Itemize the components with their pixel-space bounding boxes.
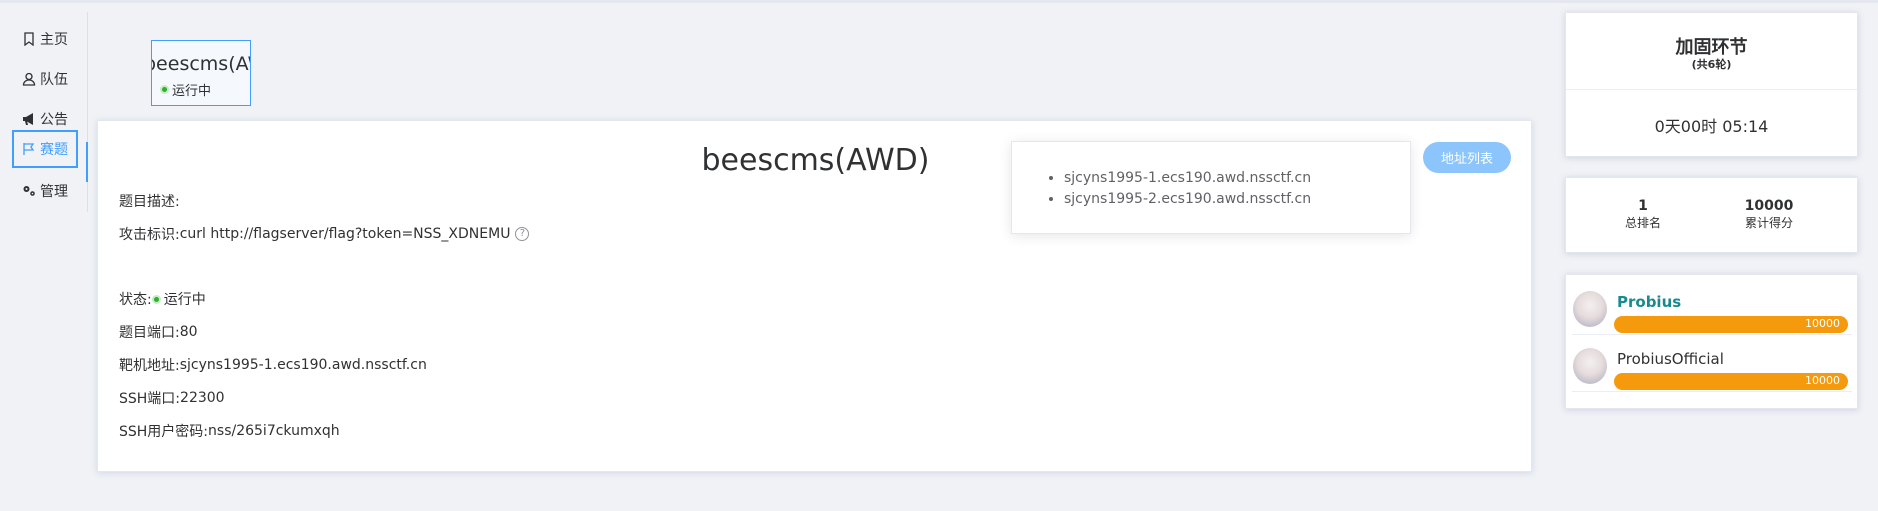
challenge-card[interactable]: beescms(AWD) 运行中 (151, 40, 251, 106)
gears-icon (23, 186, 35, 196)
ssh-port-label: SSH端口: (119, 391, 181, 407)
bookmark-icon (24, 32, 34, 46)
description-row: 题目描述: (119, 191, 180, 211)
leaderboard-card: Probius 10000 ProbiusOfficial 10000 (1565, 274, 1858, 409)
divider (1566, 89, 1857, 90)
rank-value: 1 (1638, 198, 1648, 214)
score-bar-value: 10000 (1805, 374, 1840, 387)
address-list-popover: sjcyns1995-1.ecs190.awd.nssctf.cn sjcyns… (1011, 141, 1411, 234)
avatar (1573, 291, 1607, 327)
phase-countdown: 0天00时 05:14 (1654, 117, 1769, 136)
ssh-password-label: SSH用户密码: (119, 424, 209, 440)
phase-rounds: (共6轮) (1691, 58, 1732, 71)
score-bar-value: 10000 (1805, 317, 1840, 330)
port-row: 题目端口: 80 (119, 322, 198, 342)
score-value: 10000 (1744, 198, 1794, 214)
challenge-card-status: 运行中 (160, 80, 211, 99)
address-list-button[interactable]: 地址列表 (1423, 142, 1511, 173)
sidebar-item-label: 管理 (40, 184, 68, 200)
rank-label: 总排名 (1624, 216, 1661, 230)
sidebar-item-team[interactable]: 队伍 (12, 60, 78, 98)
leaderboard-row[interactable]: ProbiusOfficial 10000 (1572, 338, 1852, 392)
challenge-card-status-text: 运行中 (172, 84, 212, 99)
team-name: ProbiusOfficial (1617, 350, 1724, 368)
description-label: 题目描述: (119, 194, 180, 210)
port-value: 80 (179, 324, 198, 340)
port-label: 题目端口: (119, 325, 180, 341)
status-value: 运行中 (163, 292, 206, 308)
score-label: 累计得分 (1744, 216, 1793, 230)
sidebar-item-admin[interactable]: 管理 (12, 172, 78, 210)
sidebar-item-challenges[interactable]: 赛题 (12, 130, 78, 168)
challenge-card-name: beescms(AWD) (151, 53, 250, 75)
sidebar-item-label: 主页 (40, 32, 68, 48)
attack-value: curl http://flagserver/flag?token=NSS_XD… (179, 226, 511, 242)
address-list: sjcyns1995-1.ecs190.awd.nssctf.cn sjcyns… (1064, 168, 1311, 210)
sidebar-nav: 主页 队伍 公告 赛题 管理 (0, 12, 88, 212)
running-dot-icon (160, 85, 169, 94)
ssh-password-value: nss/265i7ckumxqh (208, 423, 340, 439)
sidebar-item-home[interactable]: 主页 (12, 20, 78, 58)
running-dot-icon (151, 294, 161, 304)
phase-card: 加固环节 (共6轮) 0天00时 05:14 (1565, 12, 1858, 157)
ssh-password-row: SSH用户密码: nss/265i7ckumxqh (119, 421, 340, 441)
score-bar: 10000 (1614, 316, 1848, 333)
address-item: sjcyns1995-1.ecs190.awd.nssctf.cn (1064, 168, 1311, 189)
megaphone-icon (23, 113, 33, 125)
score-bar: 10000 (1614, 373, 1848, 390)
team-name: Probius (1617, 293, 1682, 311)
status-label: 状态: (119, 292, 152, 308)
sidebar-item-label: 公告 (40, 112, 68, 128)
ssh-port-row: SSH端口: 22300 (119, 388, 225, 408)
flag-icon (23, 143, 35, 155)
user-icon (22, 72, 36, 86)
avatar (1573, 348, 1607, 384)
active-nav-indicator (86, 142, 88, 182)
stats-card: 1 总排名 10000 累计得分 (1565, 177, 1858, 253)
target-value: sjcyns1995-1.ecs190.awd.nssctf.cn (179, 357, 427, 373)
score-stat: 10000 累计得分 (1724, 198, 1814, 231)
attack-label: 攻击标识: (119, 227, 180, 243)
help-icon[interactable]: ? (515, 227, 530, 241)
ssh-port-value: 22300 (180, 390, 225, 406)
status-row: 状态: 运行中 (119, 289, 206, 309)
sidebar-item-label: 队伍 (40, 72, 68, 88)
top-border (0, 0, 1878, 3)
rank-stat: 1 总排名 (1598, 198, 1688, 231)
target-label: 靶机地址: (119, 358, 180, 374)
target-row: 靶机地址: sjcyns1995-1.ecs190.awd.nssctf.cn (119, 355, 427, 375)
address-item: sjcyns1995-2.ecs190.awd.nssctf.cn (1064, 189, 1311, 210)
sidebar-item-label: 赛题 (40, 142, 68, 158)
attack-flag-row: 攻击标识: curl http://flagserver/flag?token=… (119, 224, 530, 244)
leaderboard-row[interactable]: Probius 10000 (1572, 281, 1852, 335)
